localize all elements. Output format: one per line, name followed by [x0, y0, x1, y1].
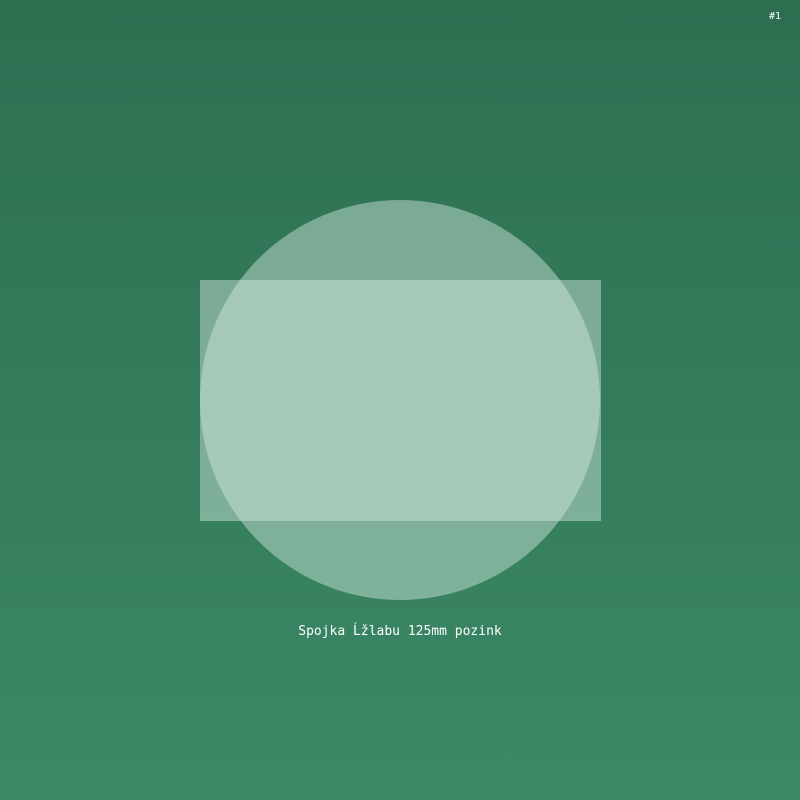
product-name-caption: Spojka Ĺžlabu 125mm pozink: [298, 624, 502, 639]
placeholder-circle: [200, 200, 600, 600]
placeholder-illustration: [200, 200, 601, 600]
product-placeholder-image: #1 Spojka Ĺžlabu 125mm pozink: [0, 0, 800, 800]
